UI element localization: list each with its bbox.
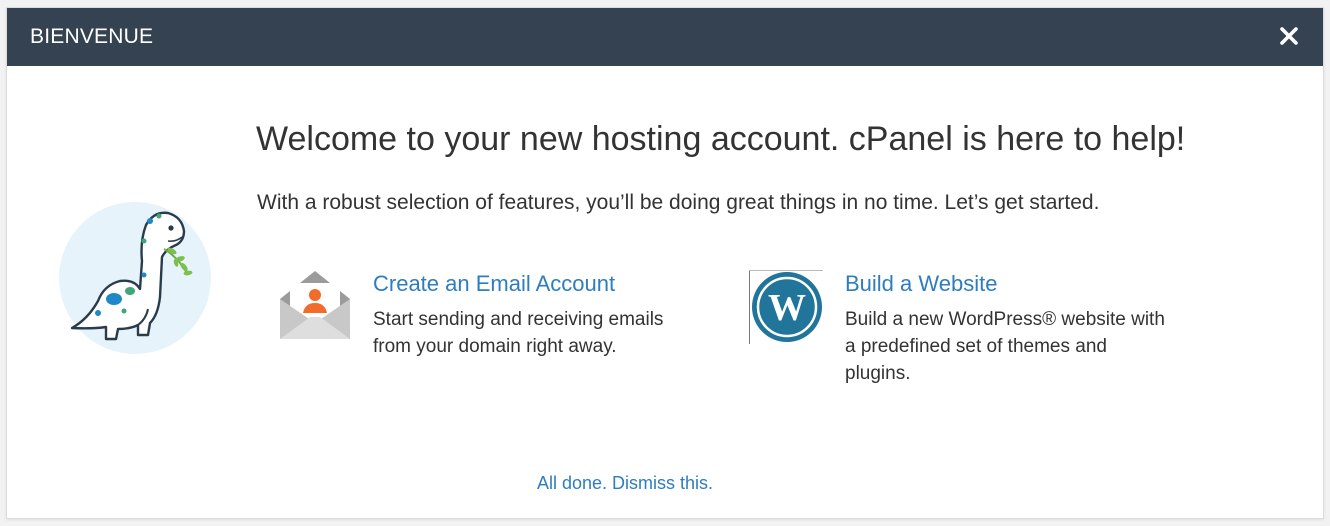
email-envelope-icon[interactable]	[278, 269, 352, 343]
dinosaur-mascot-icon	[59, 202, 211, 354]
build-website-link[interactable]: Build a Website	[845, 271, 997, 297]
close-icon	[1280, 27, 1298, 45]
website-feature-description: Build a new WordPress® website with a pr…	[845, 309, 1165, 384]
welcome-headline: Welcome to your new hosting account. cPa…	[256, 120, 1186, 158]
welcome-modal: BIENVENUE Welcome to your new hosting ac…	[6, 7, 1324, 519]
svg-text:W: W	[768, 287, 806, 329]
dismiss-link[interactable]: All done. Dismiss this.	[537, 473, 713, 493]
create-email-account-link[interactable]: Create an Email Account	[373, 271, 615, 297]
welcome-subline: With a robust selection of features, you…	[257, 191, 1100, 214]
email-feature-description: Start sending and receiving emails from …	[373, 309, 664, 357]
close-button[interactable]	[1277, 24, 1301, 48]
wordpress-icon[interactable]: W	[749, 270, 823, 344]
modal-header: BIENVENUE	[7, 8, 1323, 66]
modal-title: BIENVENUE	[30, 25, 154, 48]
dismiss-container: All done. Dismiss this.	[537, 473, 713, 494]
